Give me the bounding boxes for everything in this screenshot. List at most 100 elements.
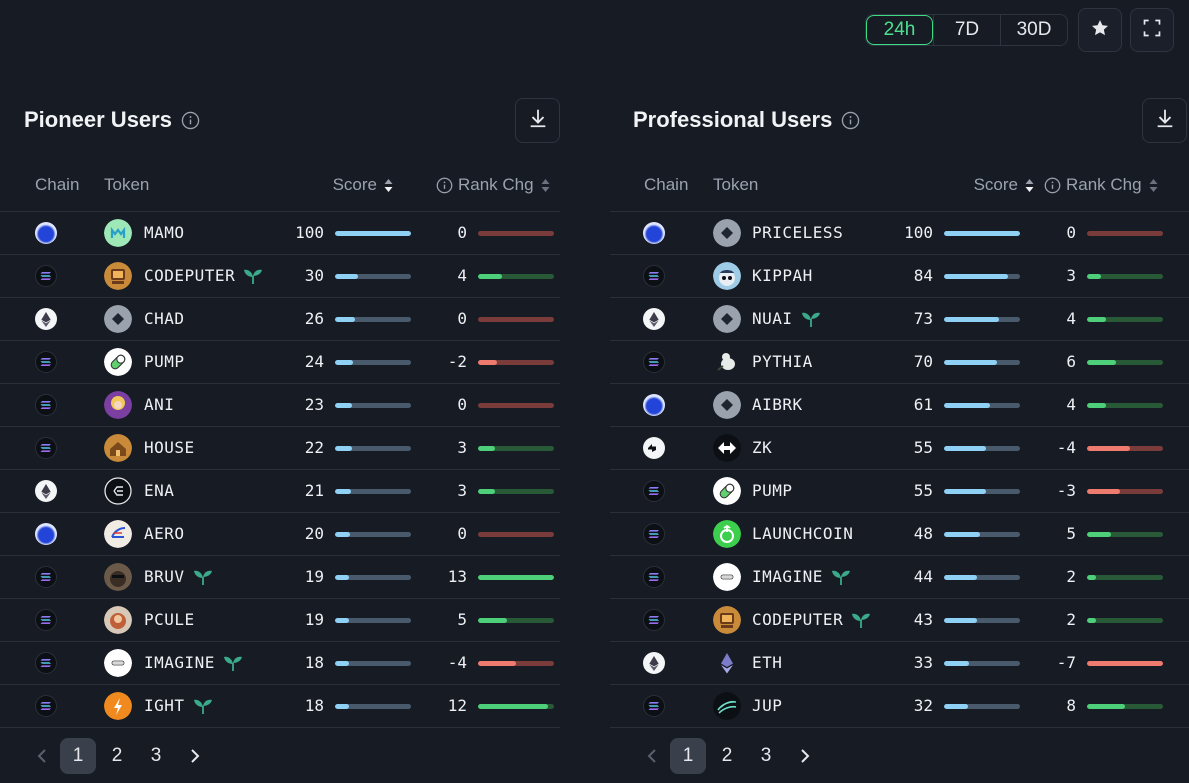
token-name[interactable]: ETH [752, 653, 782, 672]
token-symbol: PUMP [752, 481, 793, 500]
token-name[interactable]: HOUSE [144, 438, 195, 457]
score-value: 21 [304, 481, 324, 500]
next-page-button[interactable] [177, 738, 213, 774]
table-row[interactable]: CODEPUTER 43 2 [610, 599, 1189, 642]
table-row[interactable]: ETH 33 -7 [610, 642, 1189, 685]
table-row[interactable]: PUMP 24 -2 [0, 341, 560, 384]
column-header-rank-chg[interactable]: Rank Chg [436, 175, 551, 195]
token-name[interactable]: ZK [752, 438, 772, 457]
info-icon[interactable] [841, 111, 860, 130]
token-name[interactable]: PCULE [144, 610, 195, 629]
info-icon[interactable] [181, 111, 200, 130]
table-row[interactable]: IMAGINE 44 2 [610, 556, 1189, 599]
rank-change-value: 12 [447, 696, 467, 715]
token-name[interactable]: PRICELESS [752, 223, 843, 242]
token-name[interactable]: CODEPUTER [752, 610, 871, 629]
table-row[interactable]: IMAGINE 18 -4 [0, 642, 560, 685]
rank-change-bar [1087, 446, 1163, 451]
score-value: 23 [304, 395, 324, 414]
rank-change-value: 2 [1066, 610, 1076, 629]
token-name[interactable]: BRUV [144, 567, 213, 586]
table-row[interactable]: AERO 20 0 [0, 513, 560, 556]
token-name[interactable]: MAMO [144, 223, 185, 242]
timeframe-24h-button[interactable]: 24h [866, 15, 933, 45]
timeframe-selector: 24h 7D 30D [865, 14, 1068, 46]
info-icon[interactable] [1044, 177, 1061, 194]
table-row[interactable]: KIPPAH 84 3 [610, 255, 1189, 298]
rank-change-value: -7 [1056, 653, 1076, 672]
table-row[interactable]: BRUV 19 13 [0, 556, 560, 599]
table-row[interactable]: ANI 23 0 [0, 384, 560, 427]
token-name[interactable]: JUP [752, 696, 782, 715]
rank-change-bar [1087, 317, 1163, 322]
table-row[interactable]: CHAD 26 0 [0, 298, 560, 341]
table-row[interactable]: IGHT 18 12 [0, 685, 560, 728]
table-row[interactable]: CODEPUTER 30 4 [0, 255, 560, 298]
score-value: 70 [913, 352, 933, 371]
previous-page-button[interactable] [24, 738, 60, 774]
panel-header: Pioneer Users [0, 98, 560, 143]
token-symbol: AIBRK [752, 395, 803, 414]
token-symbol: HOUSE [144, 438, 195, 457]
next-page-button[interactable] [787, 738, 823, 774]
page-1-button[interactable]: 1 [60, 738, 96, 774]
token-name[interactable]: AERO [144, 524, 185, 543]
sol-chain-icon [35, 437, 57, 459]
sol-chain-icon [643, 265, 665, 287]
column-header-score[interactable]: Score [974, 175, 1035, 195]
page-2-button[interactable]: 2 [99, 738, 135, 774]
table-row[interactable]: HOUSE 22 3 [0, 427, 560, 470]
score-value: 24 [304, 352, 324, 371]
token-name[interactable]: IMAGINE [144, 653, 243, 672]
token-name[interactable]: PYTHIA [752, 352, 813, 371]
table-row[interactable]: LAUNCHCOIN 48 5 [610, 513, 1189, 556]
token-symbol: IMAGINE [144, 653, 215, 672]
download-button[interactable] [515, 98, 560, 143]
timeframe-7d-button[interactable]: 7D [933, 15, 1000, 45]
token-name[interactable]: ENA [144, 481, 174, 500]
table-row[interactable]: ENA 21 3 [0, 470, 560, 513]
token-name[interactable]: IGHT [144, 696, 213, 715]
score-bar [335, 532, 411, 537]
score-bar [944, 403, 1020, 408]
table-row[interactable]: NUAI 73 4 [610, 298, 1189, 341]
column-header-score[interactable]: Score [333, 175, 394, 195]
token-name[interactable]: CHAD [144, 309, 185, 328]
token-name[interactable]: ANI [144, 395, 174, 414]
token-name[interactable]: KIPPAH [752, 266, 813, 285]
token-name[interactable]: IMAGINE [752, 567, 851, 586]
page-3-button[interactable]: 3 [748, 738, 784, 774]
timeframe-30d-button[interactable]: 30D [1000, 15, 1067, 45]
page-1-button[interactable]: 1 [670, 738, 706, 774]
rank-change-value: 4 [457, 266, 467, 285]
table-row[interactable]: PCULE 19 5 [0, 599, 560, 642]
table-row[interactable]: PUMP 55 -3 [610, 470, 1189, 513]
fullscreen-button[interactable] [1130, 8, 1174, 52]
column-header-rank-chg[interactable]: Rank Chg [1044, 175, 1159, 195]
info-icon[interactable] [436, 177, 453, 194]
table-header: Chain Token Score Rank Chg [610, 142, 1189, 212]
token-name[interactable]: AIBRK [752, 395, 803, 414]
rank-change-value: 6 [1066, 352, 1076, 371]
token-name[interactable]: LAUNCHCOIN [752, 524, 853, 543]
token-symbol: PRICELESS [752, 223, 844, 242]
page-2-button[interactable]: 2 [709, 738, 745, 774]
token-name[interactable]: PUMP [144, 352, 185, 371]
previous-page-button[interactable] [634, 738, 670, 774]
download-button[interactable] [1142, 98, 1187, 143]
table-row[interactable]: JUP 32 8 [610, 685, 1189, 728]
page-3-button[interactable]: 3 [138, 738, 174, 774]
table-row[interactable]: PYTHIA 70 6 [610, 341, 1189, 384]
table-row[interactable]: AIBRK 61 4 [610, 384, 1189, 427]
table-row[interactable]: ZK 55 -4 [610, 427, 1189, 470]
token-name[interactable]: CODEPUTER [144, 266, 263, 285]
ight-token-icon [104, 692, 132, 720]
token-name[interactable]: NUAI [752, 309, 821, 328]
favorite-button[interactable] [1078, 8, 1122, 52]
rank-change-value: -3 [1056, 481, 1076, 500]
table-row[interactable]: PRICELESS 100 0 [610, 212, 1189, 255]
diamond-token-icon [713, 219, 741, 247]
token-name[interactable]: PUMP [752, 481, 793, 500]
score-value: 100 [295, 223, 324, 242]
table-row[interactable]: MAMO 100 0 [0, 212, 560, 255]
